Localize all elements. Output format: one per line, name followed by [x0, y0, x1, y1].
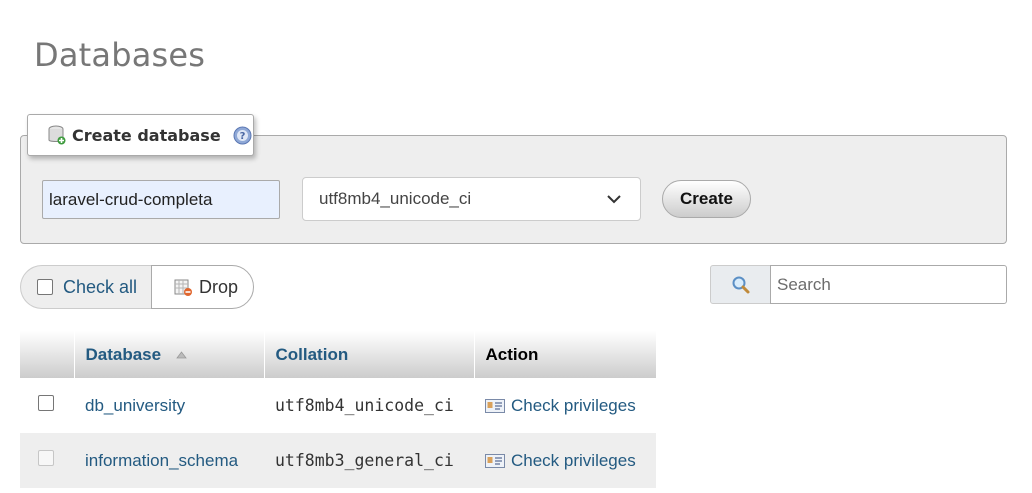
database-cell: db_university [74, 378, 264, 433]
row-checkbox[interactable] [38, 395, 54, 411]
database-cell: information_schema [74, 433, 264, 488]
help-icon[interactable]: ? [233, 126, 252, 145]
collation-cell: utf8mb3_general_ci [264, 433, 474, 488]
action-cell: Check privileges [474, 378, 656, 433]
check-all-checkbox[interactable] [37, 279, 53, 295]
collation-cell: utf8mb4_unicode_ci [264, 378, 474, 433]
header-collation[interactable]: Collation [264, 331, 475, 378]
table-row: information_schema utf8mb3_general_ci Ch… [20, 433, 656, 488]
create-database-label: Create database [72, 125, 221, 145]
check-all[interactable]: Check all [20, 265, 152, 309]
collation-value: utf8mb3_general_ci [275, 450, 454, 470]
drop-label[interactable]: Drop [199, 277, 238, 298]
header-action: Action [474, 331, 656, 378]
check-privileges-label[interactable]: Check privileges [511, 451, 636, 471]
sort-database-link[interactable]: Database [86, 345, 162, 364]
check-privileges-link[interactable]: Check privileges [485, 451, 645, 471]
search-icon [732, 276, 749, 293]
table-row: db_university utf8mb4_unicode_ci Check p… [20, 378, 656, 433]
search-input[interactable] [770, 265, 1007, 304]
drop-icon [174, 279, 192, 296]
svg-text:?: ? [239, 131, 245, 142]
sort-asc-icon [176, 351, 187, 359]
databases-table: Database Collation Action db_university … [20, 331, 656, 488]
sort-collation-link[interactable]: Collation [276, 345, 349, 364]
privileges-icon [485, 453, 505, 468]
drop-button[interactable]: Drop [151, 265, 254, 309]
create-button[interactable]: Create [662, 180, 751, 218]
check-privileges-label[interactable]: Check privileges [511, 396, 636, 416]
header-select-column [20, 331, 75, 378]
collation-value: utf8mb4_unicode_ci [275, 395, 454, 415]
action-cell: Check privileges [474, 433, 656, 488]
page-title: Databases [34, 36, 206, 74]
check-all-label[interactable]: Check all [63, 277, 137, 298]
database-add-icon [48, 125, 66, 145]
row-select-cell [20, 433, 74, 488]
create-database-legend: Create database ? [27, 114, 254, 156]
database-link[interactable]: db_university [85, 396, 185, 415]
collation-selected-value: utf8mb4_unicode_ci [319, 189, 472, 208]
check-privileges-link[interactable]: Check privileges [485, 396, 645, 416]
privileges-icon [485, 398, 505, 413]
collation-select[interactable]: utf8mb4_unicode_ci [302, 177, 641, 221]
chevron-down-icon [607, 195, 621, 204]
search-addon [710, 265, 771, 304]
row-checkbox-disabled [38, 450, 54, 466]
database-name-input[interactable] [42, 180, 280, 219]
row-select-cell [20, 378, 74, 433]
table-header-row: Database Collation Action [20, 331, 656, 378]
database-link[interactable]: information_schema [85, 451, 238, 470]
header-database[interactable]: Database [74, 331, 265, 378]
